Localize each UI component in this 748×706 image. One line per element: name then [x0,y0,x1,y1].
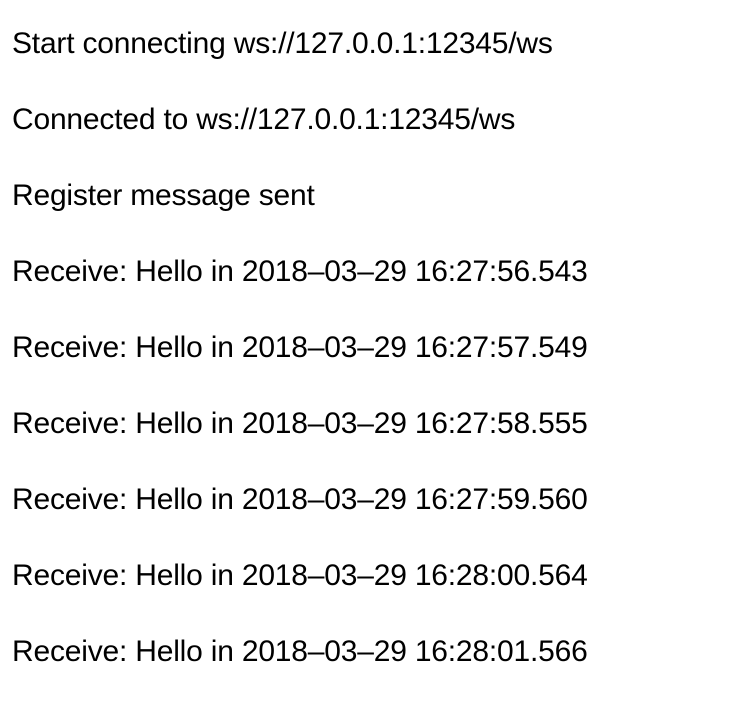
log-line-receive: Receive: Hello in 2018–03–29 16:28:00.56… [12,559,588,592]
log-line-receive: Receive: Hello in 2018–03–29 16:27:59.56… [12,483,588,516]
log-line-connected: Connected to ws://127.0.0.1:12345/ws [12,103,516,136]
log-line-connect-start: Start connecting ws://127.0.0.1:12345/ws [12,27,553,60]
log-line-receive: Receive: Hello in 2018–03–29 16:27:58.55… [12,407,588,440]
log-line-receive: Receive: Hello in 2018–03–29 16:27:56.54… [12,255,588,288]
log-line-receive: Receive: Hello in 2018–03–29 16:27:57.54… [12,331,588,364]
log-line-receive: Receive: Hello in 2018–03–29 16:28:01.56… [12,635,588,668]
message-log: Start connecting ws://127.0.0.1:12345/ws… [12,22,588,706]
log-line-register-sent: Register message sent [12,179,315,212]
